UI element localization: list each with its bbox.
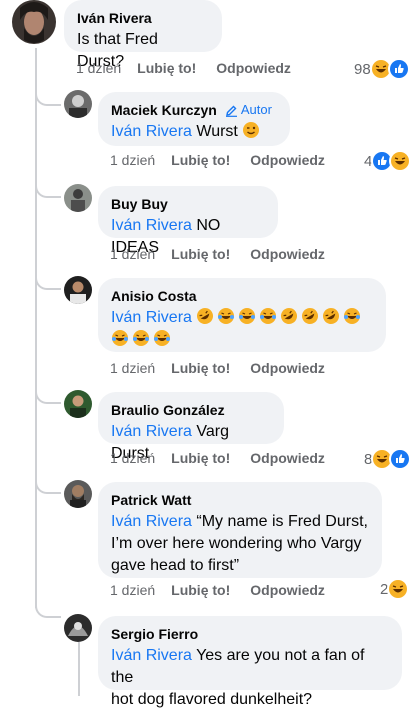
like-button[interactable]: Lubię to! xyxy=(171,246,230,262)
pencil-icon xyxy=(225,105,237,117)
joy-emoji-icon xyxy=(132,329,150,347)
comment-time[interactable]: 1 dzień xyxy=(110,152,155,168)
comment-text: Iván Rivera “My name is Fred Durst, I’m … xyxy=(111,513,368,574)
comment-bubble: Iván Rivera Is that Fred Durst? xyxy=(64,0,222,70)
wink-emoji-icon xyxy=(242,121,260,139)
comment-time[interactable]: 1 dzień xyxy=(110,246,155,262)
comment-author[interactable]: Iván Rivera xyxy=(77,9,209,27)
avatar[interactable] xyxy=(64,390,92,418)
comment-author: Maciek Kurczyn Autor xyxy=(111,101,277,119)
comment-bubble: Sergio Fierro Iván Rivera Yes are you no… xyxy=(98,616,402,708)
emoji-row xyxy=(196,307,364,326)
reaction-summary[interactable]: 2 xyxy=(380,578,410,600)
like-button[interactable]: Lubię to! xyxy=(137,60,196,76)
like-reaction-icon xyxy=(389,448,412,470)
comment-time[interactable]: 1 dzień xyxy=(110,360,155,376)
reaction-summary[interactable]: 98 xyxy=(354,58,410,80)
comment-bubble: Patrick Watt Iván Rivera “My name is Fre… xyxy=(98,482,382,578)
comment-time[interactable]: 1 dzień xyxy=(110,450,155,466)
comment-bubble: Maciek Kurczyn Autor Iván Rivera Wurst xyxy=(98,92,290,146)
joy-emoji-icon xyxy=(259,307,277,325)
comment-author[interactable]: Sergio Fierro xyxy=(111,625,389,643)
haha-emoji-icon xyxy=(387,578,410,600)
comment-text: Iván Rivera Wurst xyxy=(111,121,277,143)
comment-text: Iván Rivera xyxy=(111,307,373,329)
comment-author[interactable]: Buy Buy xyxy=(111,195,265,213)
mention-link[interactable]: Iván Rivera xyxy=(111,647,192,664)
comment-time[interactable]: 1 dzień xyxy=(76,60,121,76)
joy-emoji-icon xyxy=(343,307,361,325)
like-button[interactable]: Lubię to! xyxy=(171,152,230,168)
thread-line-sub xyxy=(78,642,80,696)
thread-elbow xyxy=(35,470,61,494)
avatar[interactable] xyxy=(64,90,92,118)
comment-time[interactable]: 1 dzień xyxy=(110,582,155,598)
mention-link[interactable]: Iván Rivera xyxy=(111,309,192,326)
joy-emoji-icon xyxy=(217,307,235,325)
avatar[interactable] xyxy=(64,276,92,304)
comment-meta: 1 dzień Lubię to! Odpowiedz xyxy=(110,450,345,466)
joy-emoji-icon xyxy=(111,329,129,347)
avatar[interactable] xyxy=(64,184,92,212)
rofl-emoji-icon xyxy=(280,307,298,325)
avatar[interactable] xyxy=(64,614,92,642)
comment-meta: 1 dzień Lubię to! Odpowiedz xyxy=(76,60,311,76)
mention-link[interactable]: Iván Rivera xyxy=(111,217,192,234)
reaction-summary[interactable]: 4 xyxy=(364,150,412,172)
joy-emoji-icon xyxy=(153,329,171,347)
reply-button[interactable]: Odpowiedz xyxy=(250,450,325,466)
mention-link[interactable]: Iván Rivera xyxy=(111,123,192,140)
comment-bubble: Buy Buy Iván Rivera NO IDEAS xyxy=(98,186,278,256)
like-button[interactable]: Lubię to! xyxy=(171,360,230,376)
avatar[interactable] xyxy=(12,0,56,44)
thread-elbow xyxy=(35,266,61,290)
comment-bubble: Anisio Costa Iván Rivera xyxy=(98,278,386,352)
like-button[interactable]: Lubię to! xyxy=(171,450,230,466)
rofl-emoji-icon xyxy=(196,307,214,325)
reply-button[interactable]: Odpowiedz xyxy=(250,152,325,168)
thread-line xyxy=(35,48,37,608)
author-name[interactable]: Maciek Kurczyn xyxy=(111,101,217,119)
thread-elbow xyxy=(35,82,61,106)
author-badge: Autor xyxy=(225,101,272,119)
thread-elbow xyxy=(35,594,61,618)
like-button[interactable]: Lubię to! xyxy=(171,582,230,598)
thread-elbow xyxy=(35,380,61,404)
joy-emoji-icon xyxy=(238,307,256,325)
comment-author[interactable]: Patrick Watt xyxy=(111,491,369,509)
mention-link[interactable]: Iván Rivera xyxy=(111,513,192,530)
reply-button[interactable]: Odpowiedz xyxy=(250,246,325,262)
mention-link[interactable]: Iván Rivera xyxy=(111,423,192,440)
haha-emoji-icon xyxy=(389,150,412,172)
reply-button[interactable]: Odpowiedz xyxy=(250,582,325,598)
emoji-row xyxy=(111,329,373,351)
thread-elbow xyxy=(35,174,61,198)
avatar[interactable] xyxy=(64,480,92,508)
comment-meta: 1 dzień Lubię to! Odpowiedz xyxy=(110,360,345,376)
comment-text: Iván Rivera Yes are you not a fan of the… xyxy=(111,647,365,708)
reply-button[interactable]: Odpowiedz xyxy=(250,360,325,376)
comment-meta: 1 dzień Lubię to! Odpowiedz xyxy=(110,246,345,262)
rofl-emoji-icon xyxy=(301,307,319,325)
comment-meta: 1 dzień Lubię to! Odpowiedz xyxy=(110,582,345,598)
reaction-count: 98 xyxy=(354,60,371,78)
reply-button[interactable]: Odpowiedz xyxy=(216,60,291,76)
comment-author[interactable]: Anisio Costa xyxy=(111,287,373,305)
reaction-summary[interactable]: 8 xyxy=(364,448,412,470)
comment-meta: 1 dzień Lubię to! Odpowiedz xyxy=(110,152,345,168)
comment-bubble: Braulio González Iván Rivera Varg Durst xyxy=(98,392,284,462)
rofl-emoji-icon xyxy=(322,307,340,325)
comment-author[interactable]: Braulio González xyxy=(111,401,271,419)
like-reaction-icon xyxy=(387,58,410,80)
